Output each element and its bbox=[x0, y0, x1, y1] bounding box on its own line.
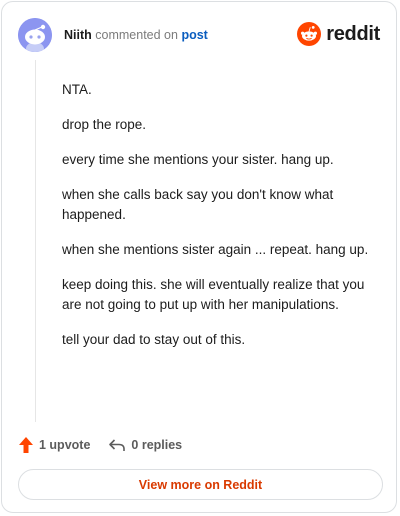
replies-button[interactable]: 0 replies bbox=[108, 437, 182, 453]
reply-arrow-icon bbox=[109, 439, 126, 451]
comment-paragraph: keep doing this. she will eventually rea… bbox=[62, 277, 365, 312]
thread-line bbox=[35, 60, 36, 422]
upvote-count: 1 upvote bbox=[39, 438, 91, 452]
comment-paragraph: tell your dad to stay out of this. bbox=[62, 332, 246, 347]
comment-paragraph: when she calls back say you don't know w… bbox=[62, 187, 334, 222]
reply-count: 0 replies bbox=[131, 438, 183, 452]
reddit-logo[interactable]: reddit bbox=[297, 21, 380, 47]
upvote-button[interactable]: 1 upvote bbox=[18, 436, 90, 454]
comment-body: NTA. drop the rope. every time she menti… bbox=[62, 80, 382, 365]
comment-paragraph: when she mentions sister again ... repea… bbox=[62, 242, 369, 257]
reddit-logo-icon bbox=[297, 22, 322, 46]
post-link[interactable]: post bbox=[181, 28, 207, 42]
snoo-avatar-icon[interactable] bbox=[18, 18, 52, 52]
upvote-arrow-icon bbox=[19, 437, 33, 453]
comment-paragraph: every time she mentions your sister. han… bbox=[62, 152, 334, 167]
comment-footer: 1 upvote 0 replies bbox=[18, 434, 182, 456]
comment-embed-card: Niith commented on post reddit NTA. drop… bbox=[1, 1, 397, 513]
comment-paragraph: NTA. bbox=[62, 82, 92, 97]
comment-header: Niith commented on post reddit bbox=[18, 18, 380, 52]
action-text: commented on bbox=[95, 28, 178, 42]
view-more-button[interactable]: View more on Reddit bbox=[18, 469, 383, 500]
username-link[interactable]: Niith bbox=[64, 28, 92, 42]
reddit-wordmark: reddit bbox=[326, 22, 380, 45]
comment-paragraph: drop the rope. bbox=[62, 117, 147, 132]
comment-meta: Niith commented on post bbox=[64, 28, 208, 42]
